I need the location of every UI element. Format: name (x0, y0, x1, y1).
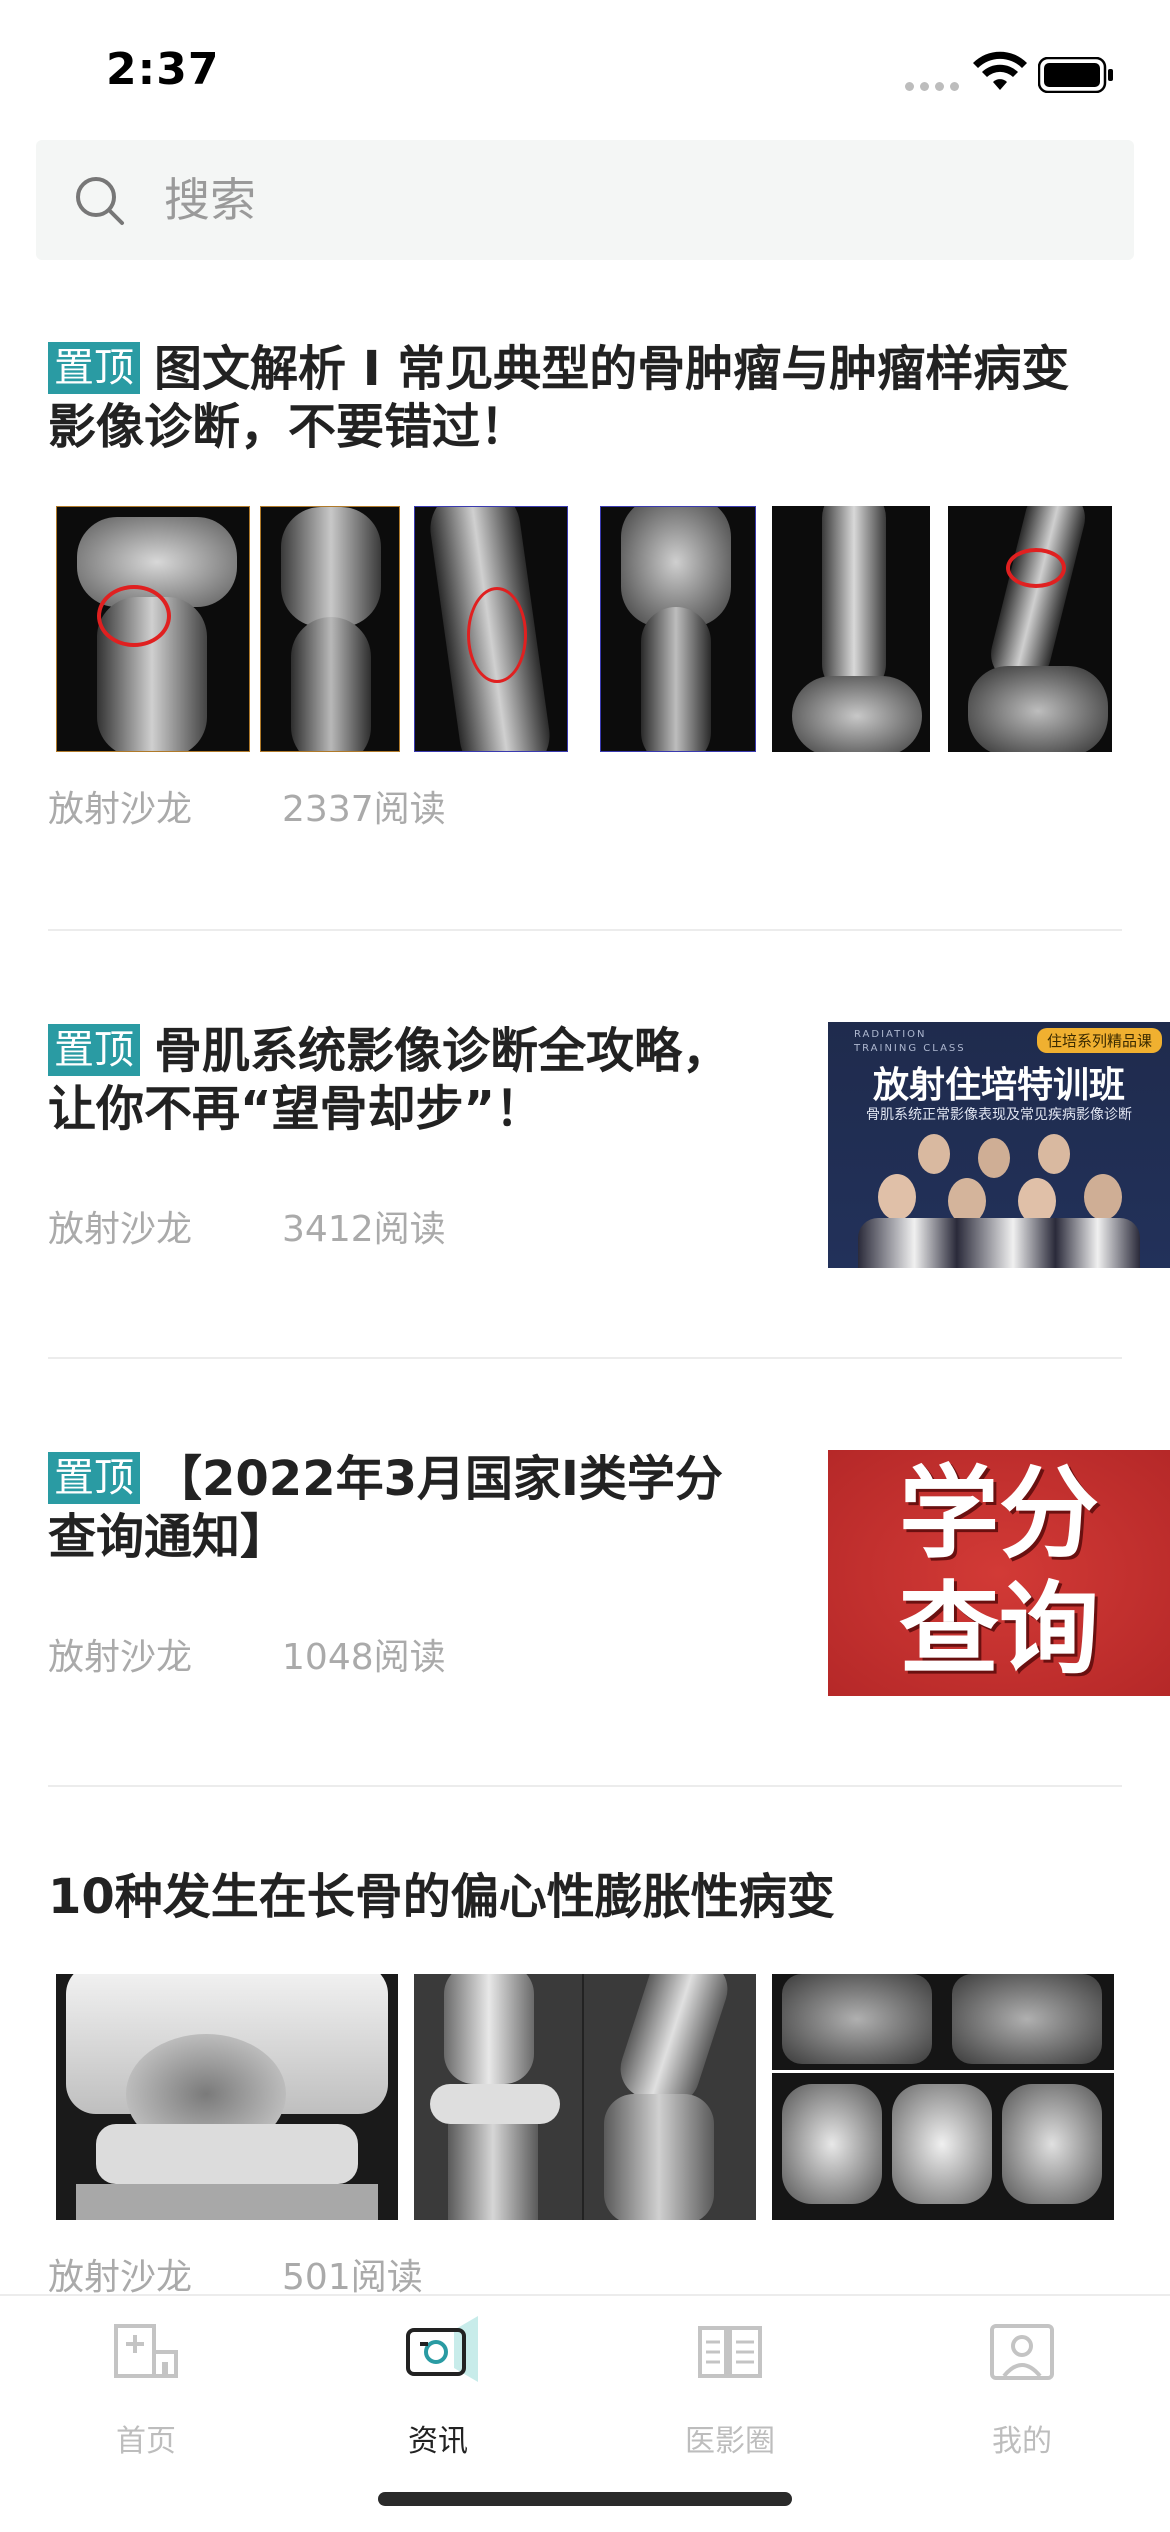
thumbnail-eyebrow: RADIATION TRAINING CLASS (854, 1029, 966, 1054)
tab-label: 首页 (116, 2424, 176, 2459)
article-item[interactable]: 置顶 骨肌系统影像诊断全攻略，让你不再“望骨却步”！ 放射沙龙 3412阅读 住培系… (48, 1022, 1170, 1268)
article-title: 置顶 骨肌系统影像诊断全攻略，让你不再“望骨却步”！ (48, 1023, 731, 1137)
xray-image (772, 506, 930, 752)
article-source: 放射沙龙 (48, 1637, 193, 1678)
xray-image (414, 1974, 756, 2220)
article-read-count: 3412阅读 (282, 1209, 446, 1250)
divider (48, 929, 1122, 931)
profile-icon (990, 2324, 1054, 2380)
article-thumbnail: 住培系列精品课 RADIATION TRAINING CLASS 放射住培特训班… (828, 1022, 1170, 1268)
article-read-count: 501阅读 (282, 2257, 423, 2298)
article-read-count: 1048阅读 (282, 1637, 446, 1678)
article-title: 置顶 图文解析 I 常见典型的骨肿瘤与肿瘤样病变影像诊断，不要错过！ (48, 341, 1070, 455)
status-bar: 2:37 (0, 0, 1170, 140)
article-image-row (56, 506, 1112, 752)
article-title: 10种发生在长骨的偏心性膨胀性病变 (48, 1869, 835, 1925)
divider (48, 1357, 1122, 1359)
thumbnail-line-1: 学分 (899, 1454, 1099, 1572)
xray-image (260, 506, 400, 752)
article-title: 置顶 【2022年3月国家I类学分查询通知】 (48, 1451, 723, 1565)
divider (48, 1785, 1122, 1787)
thumbnail-tag: 住培系列精品课 (1036, 1028, 1162, 1053)
article-meta: 放射沙龙 1048阅读 (48, 1636, 446, 1680)
battery-icon (1038, 57, 1113, 93)
article-meta: 放射沙龙 3412阅读 (48, 1208, 446, 1252)
article-meta: 放射沙龙 2337阅读 (48, 788, 446, 832)
faculty-photo-group (858, 1134, 1140, 1268)
article-source: 放射沙龙 (48, 789, 193, 830)
status-time: 2:37 (106, 44, 220, 95)
pinned-badge: 置顶 (48, 1024, 140, 1076)
tab-label: 医影圈 (685, 2424, 775, 2459)
article-thumbnail: 学分 查询 (828, 1450, 1170, 1696)
pinned-badge: 置顶 (48, 342, 140, 394)
xray-image (414, 506, 568, 752)
thumbnail-headline: 放射住培特训班 (872, 1065, 1125, 1106)
tab-news[interactable]: 资讯 (292, 2296, 584, 2496)
home-indicator[interactable] (378, 2492, 792, 2506)
tab-label: 资讯 (408, 2424, 468, 2459)
xray-image (600, 506, 756, 752)
xray-image (56, 1974, 398, 2220)
xray-image (948, 506, 1112, 752)
pinned-badge: 置顶 (48, 1452, 140, 1504)
article-item[interactable]: 置顶 图文解析 I 常见典型的骨肿瘤与肿瘤样病变影像诊断，不要错过！ 放射沙龙 … (48, 340, 1122, 860)
tab-community[interactable]: 医影圈 (584, 2296, 876, 2496)
tab-profile[interactable]: 我的 (876, 2296, 1168, 2496)
article-source: 放射沙龙 (48, 2257, 193, 2298)
search-input[interactable]: 搜索 (164, 170, 256, 230)
wifi-icon (973, 51, 1027, 90)
thumbnail-subtitle: 骨肌系统正常影像表现及常见疾病影像诊断 (866, 1107, 1132, 1123)
article-item[interactable]: 置顶 【2022年3月国家I类学分查询通知】 放射沙龙 1048阅读 学分 查询 (48, 1450, 1170, 1696)
home-icon (114, 2324, 178, 2378)
xray-image (772, 1974, 1114, 2220)
article-read-count: 2337阅读 (282, 789, 446, 830)
news-icon (406, 2316, 478, 2382)
tab-label: 我的 (992, 2424, 1052, 2459)
thumbnail-line-2: 查询 (899, 1570, 1099, 1688)
xray-image (56, 506, 250, 752)
search-icon (76, 177, 124, 225)
cellular-signal-icon (905, 82, 959, 91)
article-image-row (56, 1974, 1114, 2220)
community-icon (698, 2326, 762, 2378)
search-bar[interactable]: 搜索 (36, 140, 1134, 260)
article-item[interactable]: 10种发生在长骨的偏心性膨胀性病变 放射沙龙 501阅读 (48, 1868, 1122, 2298)
tab-home[interactable]: 首页 (0, 2296, 292, 2496)
article-source: 放射沙龙 (48, 1209, 193, 1250)
